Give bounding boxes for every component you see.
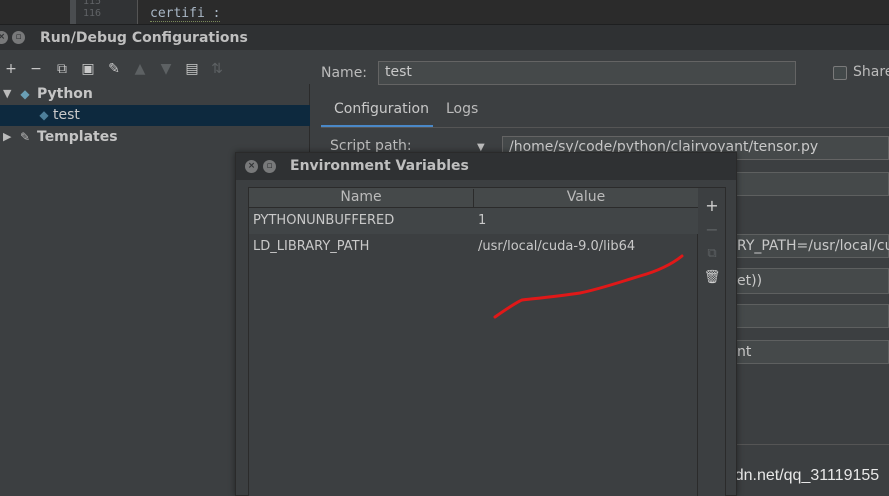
sort-icon[interactable]: ⇅ bbox=[208, 60, 226, 78]
tab-configuration[interactable]: Configuration bbox=[334, 101, 429, 117]
tree-item-python[interactable]: ▼ ◆ Python bbox=[0, 84, 310, 105]
env-name-cell[interactable]: PYTHONUNBUFFERED bbox=[253, 213, 394, 228]
line-number-gutter: 115 116 bbox=[70, 0, 138, 24]
copy-icon[interactable]: ⧉ bbox=[702, 244, 722, 264]
env-side-toolbar: + − ⧉ 🗑 bbox=[698, 187, 726, 496]
tree-item-templates[interactable]: ▶ ✎ Templates bbox=[0, 127, 310, 148]
tabs-divider bbox=[321, 127, 889, 128]
line-number: 115 bbox=[82, 0, 101, 7]
config-toolbar: + − ⧉ ▣ ✎ ▲ ▼ ▤ ⇅ bbox=[0, 56, 310, 84]
line-number: 116 bbox=[82, 8, 101, 19]
column-header-name[interactable]: Name bbox=[249, 189, 474, 207]
table-row[interactable]: LD_LIBRARY_PATH /usr/local/cuda-9.0/lib6… bbox=[249, 234, 698, 260]
arrow-up-icon[interactable]: ▲ bbox=[131, 60, 149, 78]
python-run-icon: ◆ bbox=[39, 108, 49, 122]
folder-add-icon[interactable]: ▤ bbox=[183, 60, 201, 78]
parameters-field[interactable] bbox=[735, 172, 889, 196]
wrench-icon: ✎ bbox=[19, 130, 31, 144]
env-name-cell[interactable]: LD_LIBRARY_PATH bbox=[253, 239, 369, 254]
env-table-header: Name Value bbox=[249, 188, 698, 208]
main-dialog-titlebar: × ▫ Run/Debug Configurations bbox=[0, 24, 889, 50]
env-variables-dialog: × ▫ Environment Variables Name Value PYT… bbox=[235, 152, 737, 496]
table-row[interactable]: PYTHONUNBUFFERED 1 bbox=[249, 208, 698, 234]
working-dir-field[interactable] bbox=[735, 340, 889, 364]
working-dir-value: nt bbox=[737, 344, 752, 360]
name-label: Name: bbox=[321, 65, 368, 81]
code-line: certifi : bbox=[150, 6, 221, 22]
tree-item-label: test bbox=[53, 107, 80, 123]
env-value-cell[interactable]: /usr/local/cuda-9.0/lib64 bbox=[478, 239, 635, 254]
share-checkbox[interactable] bbox=[833, 66, 847, 80]
minimize-icon[interactable]: ▫ bbox=[12, 31, 25, 44]
tree-item-test[interactable]: ◆ test bbox=[0, 105, 310, 126]
wrench-icon[interactable]: ✎ bbox=[105, 60, 123, 78]
column-header-value[interactable]: Value bbox=[474, 189, 698, 205]
close-icon[interactable]: × bbox=[0, 31, 8, 44]
plus-icon[interactable]: + bbox=[2, 60, 20, 78]
share-label: Share bbox=[853, 64, 889, 80]
minimize-icon[interactable]: ▫ bbox=[263, 160, 276, 173]
env-variables-value: RY_PATH=/usr/local/cu bbox=[737, 238, 889, 254]
arrow-down-icon[interactable]: ▼ bbox=[157, 60, 175, 78]
env-dialog-titlebar: × ▫ Environment Variables bbox=[236, 153, 736, 180]
copy-icon[interactable]: ⧉ bbox=[53, 60, 71, 78]
name-input[interactable]: test bbox=[378, 61, 796, 85]
env-value-cell[interactable]: 1 bbox=[478, 213, 486, 228]
dialog-title: Run/Debug Configurations bbox=[40, 30, 248, 46]
trash-icon[interactable]: 🗑 bbox=[702, 268, 722, 288]
chevron-down-icon[interactable]: ▼ bbox=[3, 87, 15, 100]
python-icon: ◆ bbox=[20, 87, 30, 101]
minus-icon[interactable]: − bbox=[27, 60, 45, 78]
editor-strip: 115 116 certifi : bbox=[0, 0, 889, 24]
tree-item-label: Templates bbox=[37, 129, 118, 145]
tab-logs[interactable]: Logs bbox=[446, 101, 478, 117]
chevron-right-icon[interactable]: ▶ bbox=[3, 130, 15, 143]
interpreter-options-field[interactable] bbox=[735, 304, 889, 328]
tree-item-label: Python bbox=[37, 86, 93, 102]
interpreter-value: et)) bbox=[737, 273, 763, 289]
env-dialog-title: Environment Variables bbox=[290, 158, 469, 174]
remove-icon[interactable]: − bbox=[702, 220, 722, 240]
env-table: Name Value PYTHONUNBUFFERED 1 LD_LIBRARY… bbox=[248, 187, 698, 496]
add-icon[interactable]: + bbox=[702, 196, 722, 216]
save-icon[interactable]: ▣ bbox=[79, 60, 97, 78]
close-icon[interactable]: × bbox=[245, 160, 258, 173]
